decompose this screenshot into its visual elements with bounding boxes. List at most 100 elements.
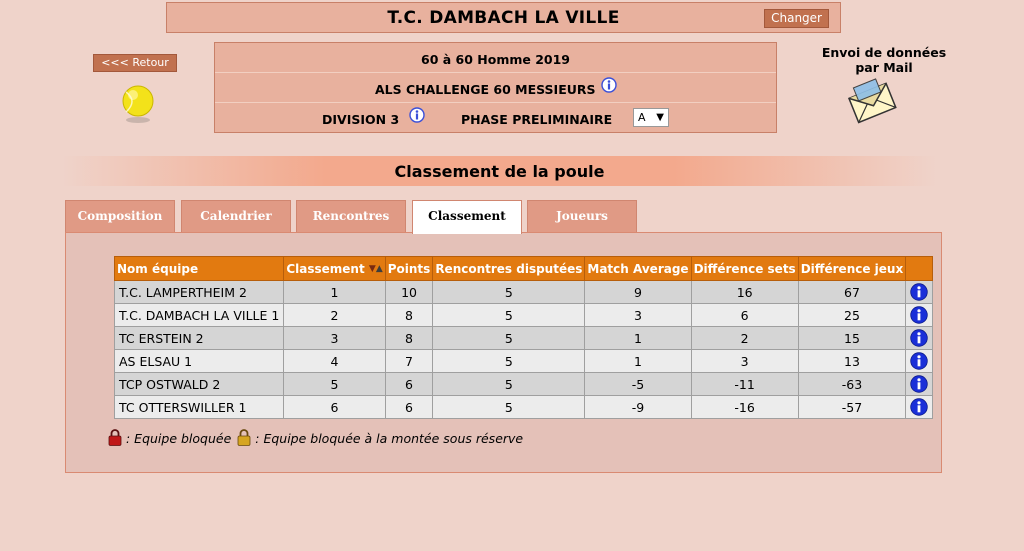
row-info-cell <box>905 280 934 304</box>
chevron-down-icon: ▼ <box>656 112 664 123</box>
tab-rencontres[interactable]: Rencontres <box>296 200 406 233</box>
match-average-cell: 3 <box>584 303 692 327</box>
set-difference-cell: 16 <box>690 280 799 304</box>
points-cell: 8 <box>384 303 434 327</box>
matches-played-cell: 5 <box>432 372 586 396</box>
poule-select[interactable]: A ▼ <box>633 108 669 127</box>
team-name-cell[interactable]: TCP OSTWALD 2 <box>113 372 285 396</box>
info-icon[interactable] <box>409 107 425 123</box>
red-lock-icon <box>108 429 122 446</box>
competition-category-row: 60 à 60 Homme 2019 <box>215 43 776 73</box>
ranking-cell: 1 <box>283 280 386 304</box>
game-difference-cell: 15 <box>797 326 907 350</box>
tab-calendrier[interactable]: Calendrier <box>181 200 291 233</box>
row-info-cell <box>905 372 934 396</box>
change-club-button[interactable]: Changer <box>764 9 829 28</box>
game-difference-cell: 25 <box>797 303 907 327</box>
header-matches-played[interactable]: Rencontres disputées <box>432 256 586 281</box>
set-difference-cell: -16 <box>690 395 799 419</box>
info-icon[interactable] <box>910 329 928 347</box>
team-name-cell[interactable]: TC ERSTEIN 2 <box>113 326 285 350</box>
table-row: T.C. DAMBACH LA VILLE 1 2 8 5 3 6 25 <box>113 303 934 327</box>
points-cell: 6 <box>384 395 434 419</box>
back-button[interactable]: <<< Retour <box>93 54 177 72</box>
set-difference-cell: 3 <box>690 349 799 373</box>
club-title: T.C. DAMBACH LA VILLE <box>387 8 620 28</box>
sort-icon[interactable]: ▼▲ <box>369 264 383 274</box>
table-row: TC ERSTEIN 2 3 8 5 1 2 15 <box>113 326 934 350</box>
info-icon[interactable] <box>910 283 928 301</box>
tab-classement[interactable]: Classement <box>412 200 522 234</box>
table-row: TC OTTERSWILLER 1 6 6 5 -9 -16 -57 <box>113 395 934 419</box>
matches-played-cell: 5 <box>432 303 586 327</box>
set-difference-cell: -11 <box>690 372 799 396</box>
match-average-cell: -9 <box>584 395 692 419</box>
ranking-cell: 4 <box>283 349 386 373</box>
ranking-cell: 6 <box>283 395 386 419</box>
legend: : Equipe bloquée : Equipe bloquée à la m… <box>108 429 523 446</box>
header-team-name[interactable]: Nom équipe <box>113 256 285 281</box>
division-label: DIVISION 3 <box>322 112 400 127</box>
section-title: Classement de la poule <box>394 162 605 181</box>
game-difference-cell: 13 <box>797 349 907 373</box>
header-points[interactable]: Points <box>384 256 434 281</box>
poule-select-value: A <box>638 111 646 124</box>
header-ranking[interactable]: Classement ▼▲ <box>283 256 386 281</box>
team-name-cell[interactable]: T.C. LAMPERTHEIM 2 <box>113 280 285 304</box>
matches-played-cell: 5 <box>432 349 586 373</box>
ranking-cell: 2 <box>283 303 386 327</box>
info-icon[interactable] <box>910 306 928 324</box>
set-difference-cell: 6 <box>690 303 799 327</box>
ranking-cell: 5 <box>283 372 386 396</box>
match-average-cell: 1 <box>584 349 692 373</box>
match-average-cell: 9 <box>584 280 692 304</box>
info-icon[interactable] <box>910 398 928 416</box>
ranking-panel: Nom équipe Classement ▼▲ Points Rencontr… <box>65 232 942 473</box>
match-average-cell: -5 <box>584 372 692 396</box>
info-icon[interactable] <box>910 375 928 393</box>
game-difference-cell: 67 <box>797 280 907 304</box>
tennis-ball-icon <box>122 85 154 123</box>
team-name-cell[interactable]: AS ELSAU 1 <box>113 349 285 373</box>
header-game-difference[interactable]: Différence jeux <box>797 256 907 281</box>
ranking-cell: 3 <box>283 326 386 350</box>
matches-played-cell: 5 <box>432 326 586 350</box>
row-info-cell <box>905 326 934 350</box>
info-icon[interactable] <box>910 352 928 370</box>
division-row: DIVISION 3 PHASE PRELIMINAIRE A ▼ <box>215 103 776 133</box>
set-difference-cell: 2 <box>690 326 799 350</box>
points-cell: 6 <box>384 372 434 396</box>
tab-composition[interactable]: Composition <box>65 200 175 233</box>
mail-export-label[interactable]: Envoi de données par Mail <box>800 45 968 75</box>
competition-category: 60 à 60 Homme 2019 <box>421 52 570 67</box>
table-row: AS ELSAU 1 4 7 5 1 3 13 <box>113 349 934 373</box>
phase-label: PHASE PRELIMINAIRE <box>461 112 613 127</box>
mail-label-line2: par Mail <box>855 60 913 75</box>
game-difference-cell: -57 <box>797 395 907 419</box>
info-icon[interactable] <box>601 77 617 93</box>
points-cell: 7 <box>384 349 434 373</box>
table-header-row: Nom équipe Classement ▼▲ Points Rencontr… <box>113 256 934 281</box>
table-row: T.C. LAMPERTHEIM 2 1 10 5 9 16 67 <box>113 280 934 304</box>
competition-name-row: ALS CHALLENGE 60 MESSIEURS <box>215 73 776 103</box>
header-set-difference[interactable]: Différence sets <box>690 256 799 281</box>
section-header: Classement de la poule <box>62 156 937 186</box>
envelope-icon[interactable] <box>846 76 898 128</box>
ranking-table: Nom équipe Classement ▼▲ Points Rencontr… <box>113 256 934 419</box>
club-header: T.C. DAMBACH LA VILLE Changer <box>166 2 841 33</box>
match-average-cell: 1 <box>584 326 692 350</box>
game-difference-cell: -63 <box>797 372 907 396</box>
table-row: TCP OSTWALD 2 5 6 5 -5 -11 -63 <box>113 372 934 396</box>
tab-joueurs[interactable]: Joueurs <box>527 200 637 233</box>
competition-info: 60 à 60 Homme 2019 ALS CHALLENGE 60 MESS… <box>214 42 777 133</box>
legend-blocked: : Equipe bloquée <box>125 431 232 446</box>
yellow-lock-icon <box>237 429 251 446</box>
legend-blocked-promotion: : Equipe bloquée à la montée sous réserv… <box>255 431 524 446</box>
row-info-cell <box>905 395 934 419</box>
matches-played-cell: 5 <box>432 280 586 304</box>
team-name-cell[interactable]: TC OTTERSWILLER 1 <box>113 395 285 419</box>
matches-played-cell: 5 <box>432 395 586 419</box>
header-match-average[interactable]: Match Average <box>584 256 692 281</box>
row-info-cell <box>905 349 934 373</box>
team-name-cell[interactable]: T.C. DAMBACH LA VILLE 1 <box>113 303 285 327</box>
